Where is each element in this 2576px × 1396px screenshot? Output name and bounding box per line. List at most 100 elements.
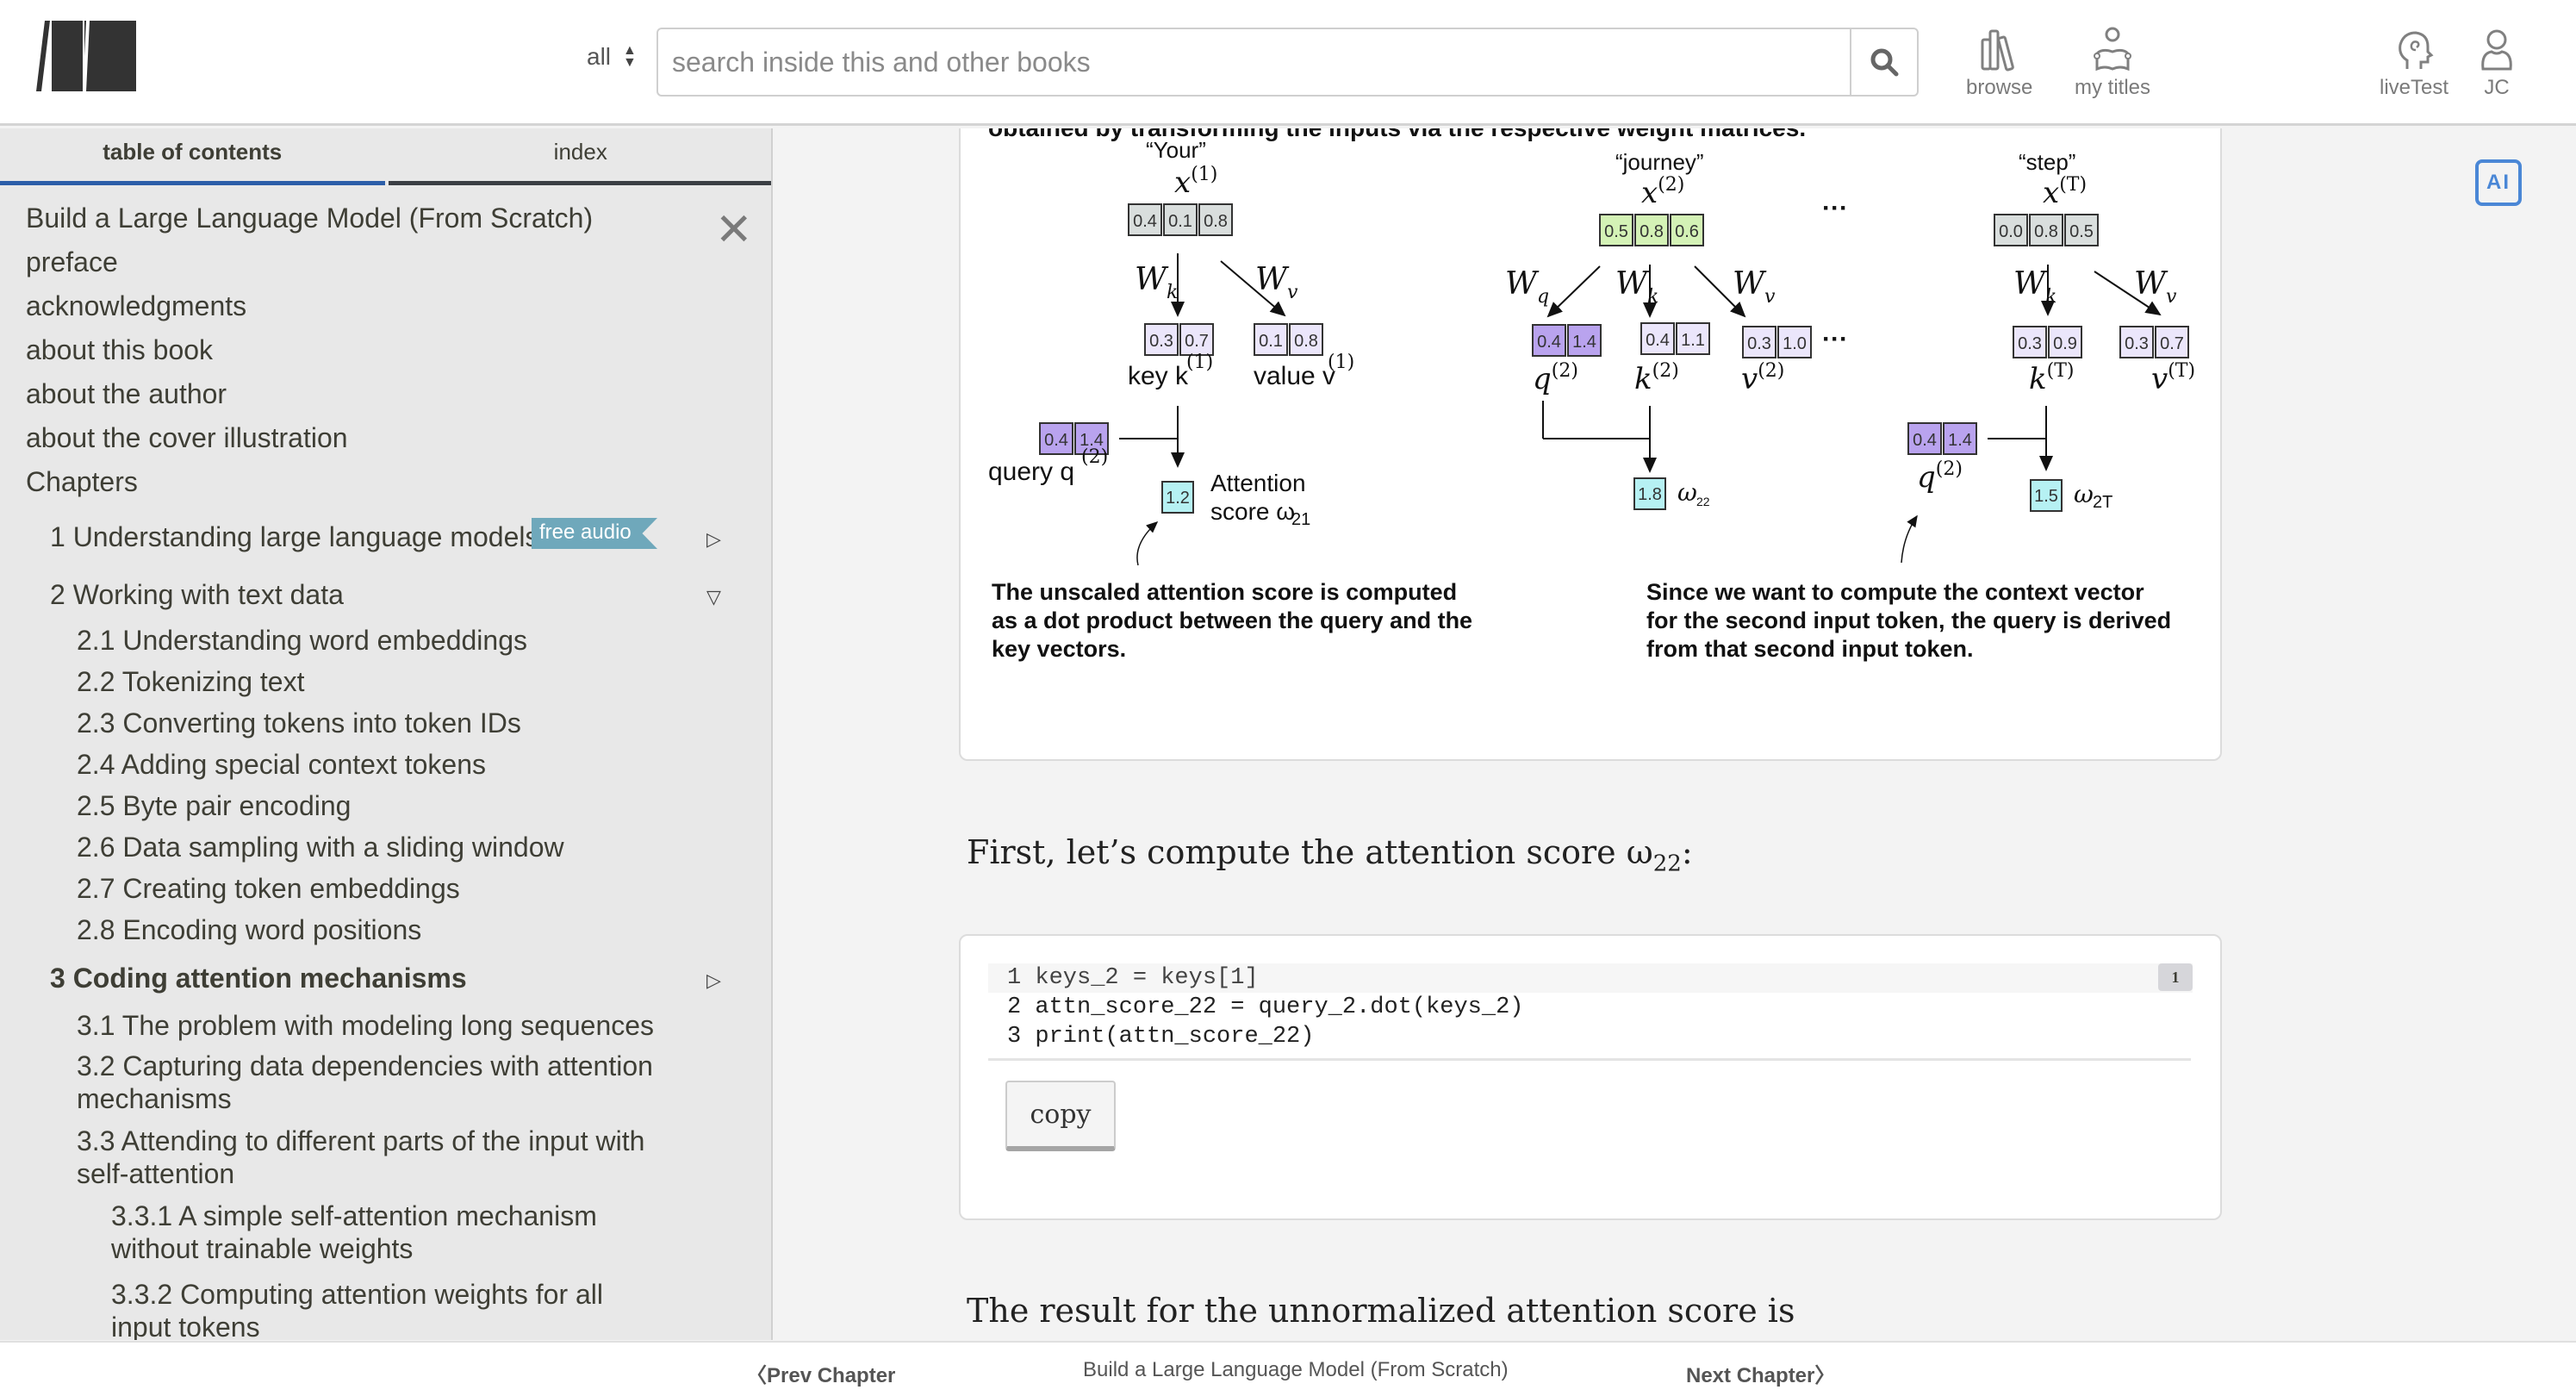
toc-subsection[interactable]: 3.3.2 Computing attention weights for al… — [111, 1278, 637, 1340]
token-word-label: “journey” — [1615, 149, 1704, 175]
toc-section[interactable]: 3.3 Attending to different parts of the … — [77, 1125, 680, 1190]
toc-item-about-book[interactable]: about this book — [26, 334, 213, 366]
tab-index[interactable]: index — [388, 128, 771, 185]
toc-section[interactable]: 2.2 Tokenizing text — [77, 666, 304, 698]
sidebar: table of contents index ✕ Build a Large … — [0, 128, 773, 1340]
toc-book-title[interactable]: Build a Large Language Model (From Scrat… — [26, 203, 593, 234]
collapse-triangle-icon[interactable]: ▽ — [706, 586, 721, 608]
next-chapter-link[interactable]: Next Chapter〉 — [1686, 1358, 1835, 1388]
nav-livetest[interactable]: liveTest — [2380, 26, 2448, 100]
query-vector-value: 1.4 — [1572, 333, 1596, 352]
key-vector-value: 0.4 — [1646, 331, 1670, 350]
score-value: 1.8 — [1638, 485, 1662, 504]
chevron-right-icon: 〉 — [1814, 1364, 1836, 1387]
prev-chapter-link[interactable]: 〈Prev Chapter — [746, 1358, 895, 1388]
code-line: 2 attn_score_22 = query_2.dot(keys_2) — [1007, 994, 1524, 1020]
expand-triangle-icon[interactable]: ▷ — [706, 528, 721, 551]
input-vector-label: x(2) — [1641, 174, 1684, 210]
chevron-left-icon: 〈 — [746, 1364, 767, 1387]
input-vector-value: 0.5 — [2069, 222, 2094, 241]
footer-book-title[interactable]: Build a Large Language Model (From Scrat… — [1083, 1358, 1509, 1382]
search-button[interactable] — [1850, 29, 1917, 95]
query-vector-value: 0.4 — [1913, 431, 1937, 450]
toc-item-acknowledgments[interactable]: acknowledgments — [26, 290, 246, 322]
code-divider — [988, 1058, 2191, 1061]
toc-section[interactable]: 2.5 Byte pair encoding — [77, 790, 351, 822]
ellipsis: ··· — [1822, 194, 1848, 222]
weight-v-label: Wv — [1255, 262, 1298, 303]
input-vector-value: 0.8 — [2034, 222, 2058, 241]
annotation-badge[interactable]: 1 — [2158, 963, 2193, 991]
value-vector-value: 0.3 — [1747, 334, 1771, 353]
toc-section[interactable]: 2.6 Data sampling with a sliding window — [77, 832, 564, 863]
weight-k-label: Wk — [1615, 266, 1658, 308]
toc-section[interactable]: 2.3 Converting tokens into token IDs — [77, 707, 521, 739]
paragraph-text: First, let’s compute the attention score… — [967, 833, 1653, 871]
paragraph-result: The result for the unnormalized attentio… — [967, 1292, 1795, 1330]
toc-chapter-3[interactable]: 3 Coding attention mechanisms — [50, 963, 467, 994]
manning-logo[interactable] — [36, 21, 136, 91]
value-vector-value: 0.3 — [2125, 334, 2149, 353]
score-subscript: 21 — [1291, 510, 1310, 529]
toc-chapter-2[interactable]: 2 Working with text data — [50, 579, 344, 611]
query-label: q(2) — [1533, 360, 1578, 396]
toc-section[interactable]: 2.1 Understanding word embeddings — [77, 625, 527, 657]
toc-chapters-label: Chapters — [26, 466, 138, 497]
key-vector-value: 0.3 — [1149, 332, 1173, 351]
toc-section[interactable]: 3.1 The problem with modeling long seque… — [77, 1010, 654, 1042]
nav-my-titles[interactable]: my titles — [2075, 26, 2150, 100]
code-block[interactable]: 1 keys_2 = keys[1] 2 attn_score_22 = que… — [988, 963, 2193, 1051]
ellipsis: ··· — [1822, 325, 1848, 353]
copy-button[interactable]: copy — [1005, 1081, 1116, 1151]
search-icon — [1870, 48, 1899, 77]
toc-item-about-cover[interactable]: about the cover illustration — [26, 422, 348, 454]
toc-chapter-1[interactable]: 1 Understanding large language models — [50, 521, 539, 553]
value-vector-value: 1.0 — [1783, 334, 1807, 353]
token-word-label: “step” — [2019, 149, 2075, 175]
score-label: ω — [2074, 480, 2094, 508]
search-scope-select[interactable]: all ▲ ▼ — [587, 43, 637, 71]
nav-livetest-label: liveTest — [2380, 76, 2449, 99]
value-label: v(2) — [1741, 360, 1784, 396]
nav-my-titles-label: my titles — [2075, 76, 2151, 99]
value-vector-value: 0.7 — [2160, 334, 2184, 353]
toc-section[interactable]: 2.4 Adding special context tokens — [77, 749, 486, 781]
key-vector-value: 0.9 — [2053, 334, 2077, 353]
code-line: 1 keys_2 = keys[1] — [988, 963, 2193, 993]
expand-triangle-icon[interactable]: ▷ — [706, 969, 721, 992]
attention-figure: “Your”x(1) 0.4 0.1 0.8 Wk Wv 0.3 0.7 0.1 0.8 key k… — [988, 137, 2195, 566]
score-value: 1.2 — [1166, 489, 1190, 508]
score-label: ω — [1677, 478, 1697, 507]
ai-assistant-button[interactable]: AI — [2475, 159, 2522, 206]
nav-user-account[interactable]: JC — [2471, 26, 2523, 100]
arrow — [1546, 265, 1601, 318]
figure-card: obtained by transforming the inputs via … — [959, 128, 2222, 761]
nav-user-label: JC — [2484, 76, 2510, 99]
free-audio-badge[interactable]: free audio — [532, 518, 657, 549]
search-input[interactable] — [658, 29, 1850, 95]
omega-subscript: 22 — [1652, 851, 1682, 877]
token-word-label: “Your” — [1146, 137, 1206, 163]
score-caption: score ω — [1210, 498, 1295, 525]
toc-item-preface[interactable]: preface — [26, 246, 118, 278]
toc-section[interactable]: 3.2 Capturing data dependencies with att… — [77, 1050, 680, 1115]
toc-section[interactable]: 2.8 Encoding word positions — [77, 914, 421, 946]
key-vector-value: 1.1 — [1681, 331, 1705, 350]
query-vector-value: 0.4 — [1537, 333, 1561, 352]
input-vector-label: x(T) — [2043, 174, 2087, 210]
toc-subsection[interactable]: 3.3.1 A simple self-attention mechanism … — [111, 1200, 637, 1265]
input-vector-value: 0.8 — [1204, 212, 1228, 231]
toc-item-about-author[interactable]: about the author — [26, 378, 227, 410]
scope-value: all — [587, 43, 612, 70]
toc-section[interactable]: 2.7 Creating token embeddings — [77, 873, 460, 905]
callout-arrow — [1901, 514, 1918, 564]
prev-chapter-label: Prev Chapter — [767, 1364, 896, 1387]
tab-table-of-contents[interactable]: table of contents — [0, 128, 385, 185]
nav-browse[interactable]: browse — [1966, 26, 2032, 100]
value-vector-value: 0.1 — [1259, 332, 1283, 351]
value-label: value v — [1254, 362, 1335, 390]
close-sidebar-icon[interactable]: ✕ — [715, 208, 753, 252]
next-chapter-label: Next Chapter — [1686, 1364, 1815, 1387]
paragraph-compute-score: First, let’s compute the attention score… — [967, 833, 1693, 877]
head-icon — [2399, 31, 2434, 69]
